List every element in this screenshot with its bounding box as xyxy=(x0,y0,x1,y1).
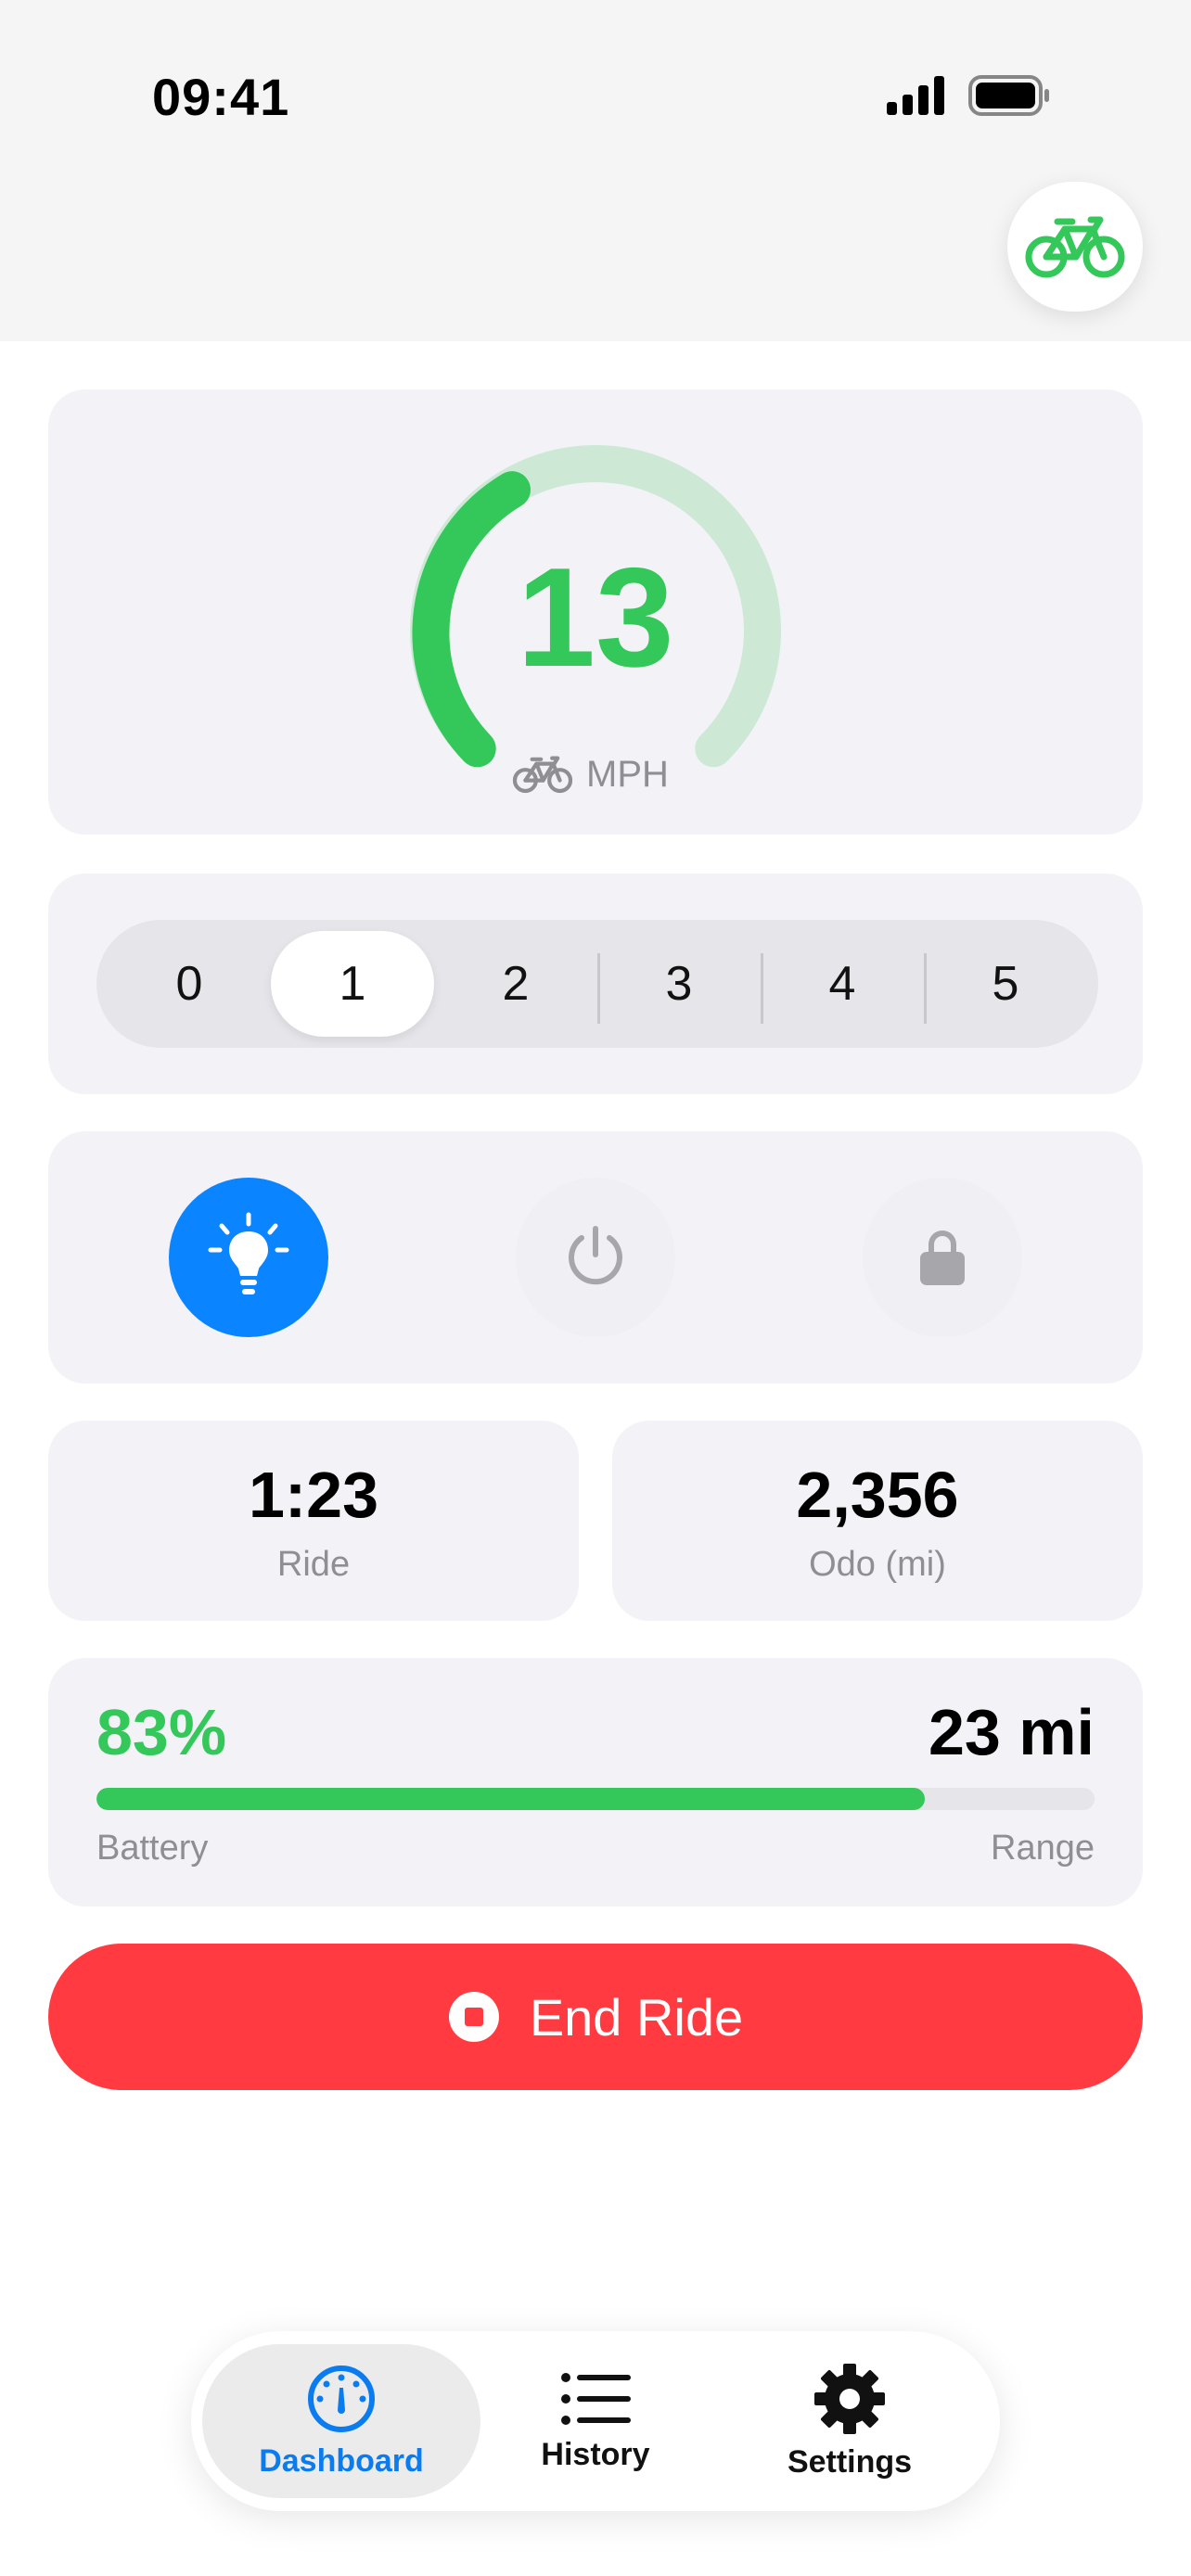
odometer-label: Odo (mi) xyxy=(809,1545,946,1584)
tab-dashboard-label: Dashboard xyxy=(259,2442,424,2479)
assist-option-0[interactable]: 0 xyxy=(108,920,271,1048)
assist-option-4[interactable]: 4 xyxy=(761,920,924,1048)
odometer-card: 2,356 Odo (mi) xyxy=(612,1421,1143,1621)
assist-level-card: 0 1 2 3 4 5 xyxy=(48,874,1143,1094)
bike-status-button[interactable] xyxy=(1007,182,1143,312)
end-ride-button[interactable]: End Ride xyxy=(48,1944,1143,2090)
tab-history[interactable]: History xyxy=(456,2344,735,2498)
tab-settings-label: Settings xyxy=(787,2443,913,2480)
status-time: 09:41 xyxy=(152,68,290,126)
battery-percent: 83% xyxy=(96,1696,227,1768)
light-toggle-button[interactable] xyxy=(169,1178,328,1337)
bicycle-icon xyxy=(512,756,573,794)
stop-icon xyxy=(448,1992,499,2042)
tab-settings[interactable]: Settings xyxy=(711,2344,989,2498)
bicycle-icon xyxy=(1025,216,1125,278)
list-icon xyxy=(561,2372,631,2425)
lock-button[interactable] xyxy=(863,1178,1022,1337)
ride-time-card: 1:23 Ride xyxy=(48,1421,579,1621)
header: 09:41 xyxy=(0,0,1191,341)
tab-bar: Dashboard History Settings xyxy=(191,2331,1000,2511)
controls-card xyxy=(48,1131,1143,1384)
tab-dashboard[interactable]: Dashboard xyxy=(202,2344,480,2498)
battery-status-icon xyxy=(968,75,1049,116)
power-icon xyxy=(569,1226,622,1285)
assist-option-3[interactable]: 3 xyxy=(597,920,761,1048)
range-label: Range xyxy=(991,1829,1095,1868)
speed-unit: MPH xyxy=(586,753,669,795)
assist-option-2[interactable]: 2 xyxy=(434,920,597,1048)
ride-time-label: Ride xyxy=(276,1545,351,1584)
gauge-icon xyxy=(308,2365,375,2432)
gear-icon xyxy=(814,2363,885,2434)
odometer-value: 2,356 xyxy=(796,1459,959,1531)
assist-option-1[interactable]: 1 xyxy=(271,931,434,1037)
end-ride-label: End Ride xyxy=(529,1987,744,2047)
lightbulb-icon xyxy=(208,1212,289,1294)
tab-history-label: History xyxy=(541,2436,650,2472)
signal-icon xyxy=(887,76,944,115)
ride-time-value: 1:23 xyxy=(248,1459,379,1531)
speed-unit-label: MPH xyxy=(512,751,669,797)
speed-gauge-card: 13 MPH xyxy=(48,389,1143,835)
battery-label: Battery xyxy=(96,1829,209,1868)
assist-option-5[interactable]: 5 xyxy=(924,920,1087,1048)
lock-icon xyxy=(920,1231,965,1285)
battery-progress-fill xyxy=(96,1788,926,1810)
assist-level-selector: 0 1 2 3 4 5 xyxy=(96,920,1098,1048)
speed-value: 13 xyxy=(517,539,674,696)
range-value: 23 mi xyxy=(928,1696,1095,1768)
battery-progress-bar xyxy=(96,1788,1095,1810)
battery-card: 83% 23 mi Battery Range xyxy=(48,1658,1143,1906)
power-button[interactable] xyxy=(516,1178,675,1337)
